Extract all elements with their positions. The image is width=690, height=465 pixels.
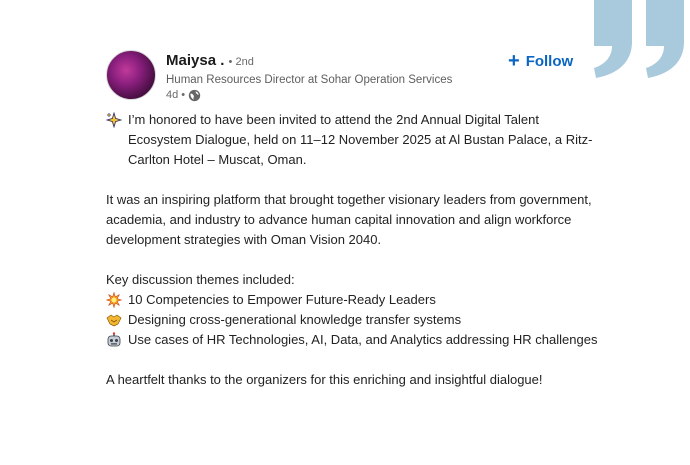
connection-degree: • 2nd — [228, 56, 254, 68]
theme-text: 10 Competencies to Empower Future-Ready … — [128, 292, 436, 307]
author-info: Maiysa . • 2nd Human Resources Director … — [166, 52, 506, 102]
follow-button[interactable]: + Follow — [508, 50, 573, 72]
post-card: Maiysa . • 2nd Human Resources Director … — [106, 50, 606, 387]
avatar[interactable] — [106, 50, 156, 100]
themes-section: Key discussion themes included: 10 Compe… — [106, 270, 606, 350]
collision-icon — [106, 292, 122, 308]
post-time: 4d • — [166, 89, 186, 101]
author-name-line: Maiysa . • 2nd — [166, 52, 506, 71]
post-meta: 4d • — [166, 88, 506, 102]
robot-icon — [107, 332, 121, 347]
author-headline: Human Resources Director at Sohar Operat… — [166, 74, 453, 86]
follow-label: Follow — [525, 52, 574, 70]
post-header: Maiysa . • 2nd Human Resources Director … — [106, 50, 606, 102]
post-paragraph-2: It was an inspiring platform that brough… — [106, 192, 592, 247]
theme-item: Use cases of HR Technologies, AI, Data, … — [106, 330, 606, 350]
sparkles-icon — [106, 112, 122, 128]
post-intro: I’m honored to have been invited to atte… — [106, 110, 606, 170]
plus-icon: + — [508, 50, 520, 72]
author-name[interactable]: Maiysa . — [166, 52, 224, 69]
post-closing: A heartfelt thanks to the organizers for… — [106, 372, 543, 387]
themes-heading: Key discussion themes included: — [106, 272, 295, 287]
intro-text: I’m honored to have been invited to atte… — [128, 112, 593, 167]
theme-text: Use cases of HR Technologies, AI, Data, … — [128, 332, 598, 347]
post-body: I’m honored to have been invited to atte… — [106, 110, 606, 410]
theme-item: 10 Competencies to Empower Future-Ready … — [106, 290, 606, 310]
theme-text: Designing cross-generational knowledge t… — [128, 312, 462, 327]
handshake-icon — [106, 314, 122, 327]
globe-icon — [188, 89, 201, 101]
theme-item: Designing cross-generational knowledge t… — [106, 310, 606, 330]
